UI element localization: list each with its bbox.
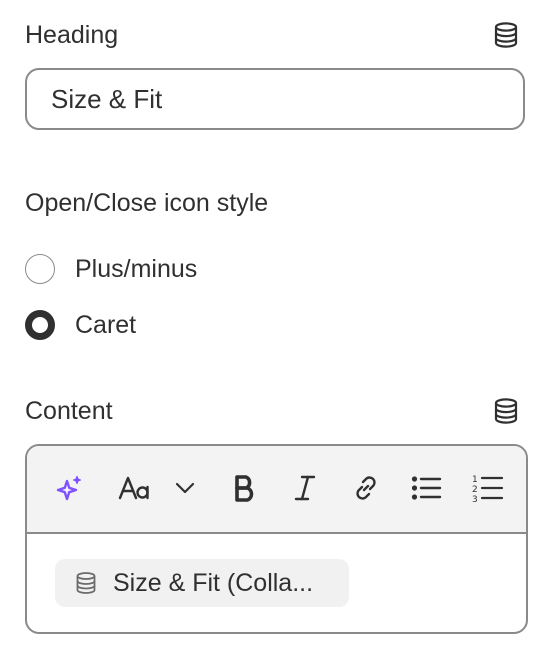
rich-text-editor[interactable]: 1 2 3 Size & Fit (Colla... [25,444,528,634]
svg-text:2: 2 [472,485,478,495]
svg-text:3: 3 [472,495,478,503]
radio-label: Plus/minus [75,254,198,283]
sparkle-icon[interactable] [49,468,89,508]
numbered-list-icon[interactable]: 1 2 3 [468,468,508,508]
link-icon[interactable] [346,468,386,508]
bullet-list-icon[interactable] [407,468,447,508]
database-icon[interactable] [492,397,520,425]
dynamic-source-chip[interactable]: Size & Fit (Colla... [55,559,349,607]
chevron-down-icon[interactable] [165,468,205,508]
editor-content-area[interactable]: Size & Fit (Colla... [27,534,526,632]
heading-input[interactable] [25,68,525,130]
radio-label: Caret [75,310,137,339]
dynamic-source-chip-label: Size & Fit (Colla... [113,568,314,597]
radio-button-unchecked[interactable] [25,254,55,284]
italic-icon[interactable] [285,468,325,508]
heading-label: Heading [25,21,119,49]
svg-text:1: 1 [472,475,478,485]
radio-button-checked[interactable] [25,310,55,340]
content-label: Content [25,397,113,425]
radio-option-caret[interactable]: Caret [25,307,136,343]
bold-icon[interactable] [225,468,265,508]
font-size-icon[interactable] [115,468,155,508]
editor-toolbar: 1 2 3 [27,446,526,534]
radio-option-plus-minus[interactable]: Plus/minus [25,251,197,287]
database-icon[interactable] [492,21,520,49]
database-icon [76,572,96,594]
icon-style-label: Open/Close icon style [25,189,269,217]
